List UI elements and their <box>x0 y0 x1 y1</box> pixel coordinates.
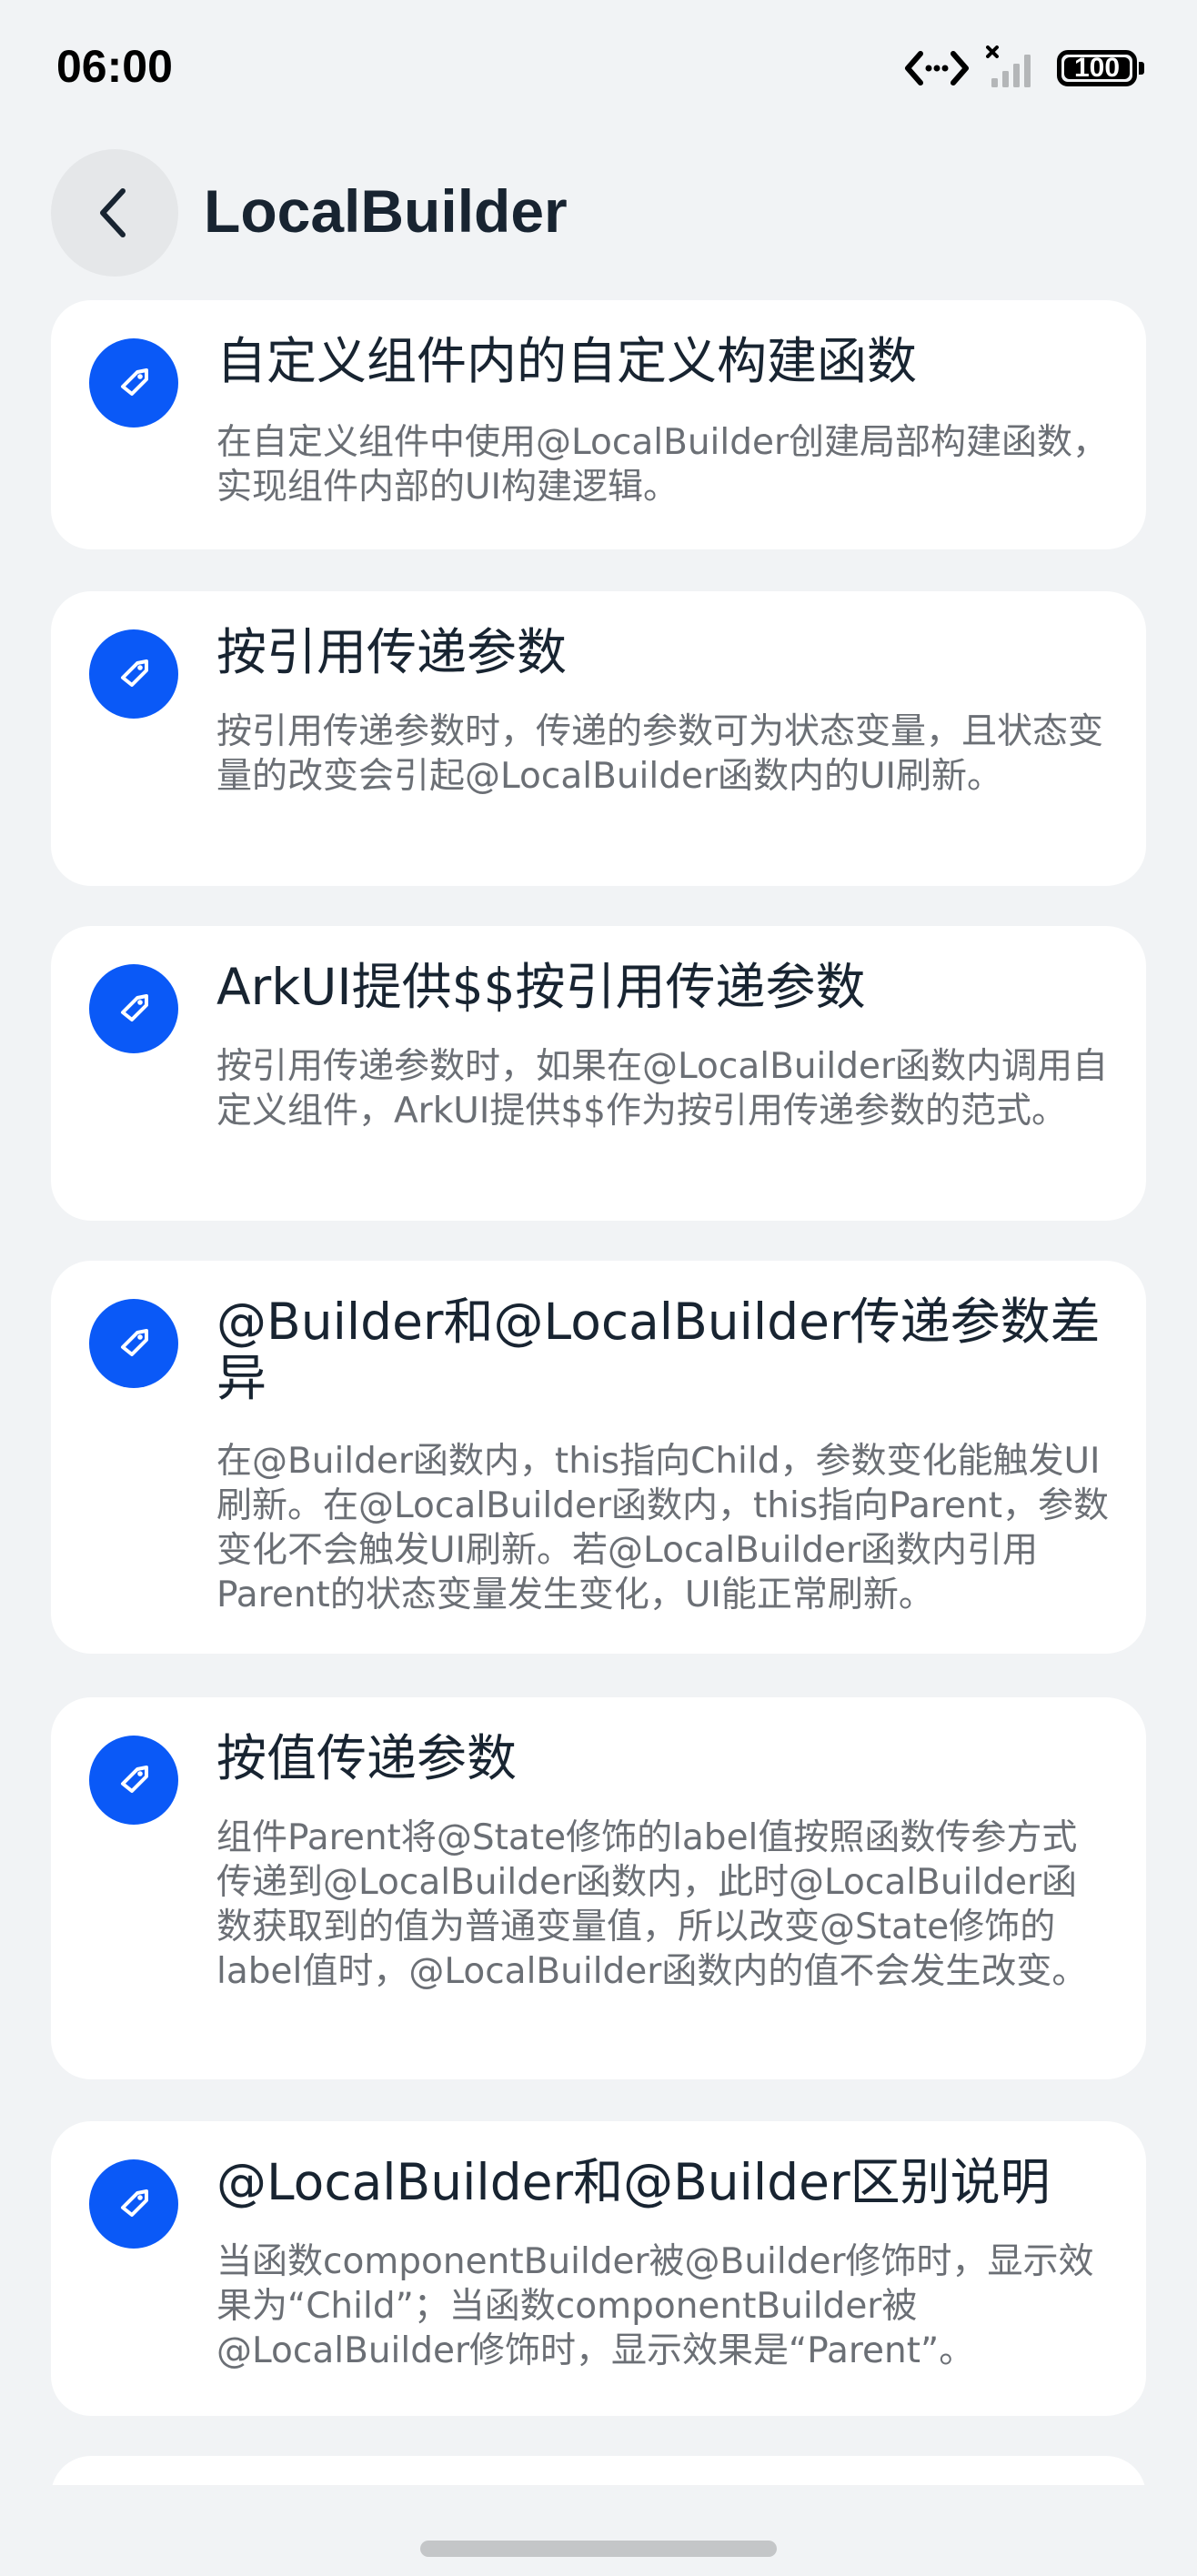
tag-icon <box>89 629 178 719</box>
card-local-builder-in-component[interactable]: 自定义组件内的自定义构建函数 在自定义组件中使用@LocalBuilder创建局… <box>51 300 1146 549</box>
page-title: LocalBuilder <box>204 177 568 245</box>
battery-level: 100 <box>1073 53 1121 83</box>
card-title: ArkUI提供$$按引用传递参数 <box>216 958 866 1016</box>
card-description: 按引用传递参数时，如果在@LocalBuilder函数内调用自定义组件，ArkU… <box>216 1046 1109 1132</box>
card-pass-by-value[interactable]: 按值传递参数 组件Parent将@State修饰的label值按照函数传参方式传… <box>51 1697 1146 2079</box>
status-icons: 100 <box>904 45 1144 91</box>
card-localbuilder-vs-builder[interactable]: @LocalBuilder和@Builder区别说明 当函数componentB… <box>51 2121 1146 2416</box>
header: LocalBuilder <box>0 146 1197 282</box>
status-time: 06:00 <box>56 41 173 92</box>
battery-icon: 100 <box>1057 50 1137 86</box>
card-arkui-dollar-reference[interactable]: ArkUI提供$$按引用传递参数 按引用传递参数时，如果在@LocalBuild… <box>51 926 1146 1221</box>
signal-icon <box>986 45 1031 87</box>
card-description: 按引用传递参数时，传递的参数可为状态变量，且状态变量的改变会引起@LocalBu… <box>216 711 1104 797</box>
card-title: 按值传递参数 <box>216 1729 518 1787</box>
tag-icon <box>89 338 178 428</box>
card-description: 在自定义组件中使用@LocalBuilder创建局部构建函数，实现组件内部的UI… <box>216 422 1109 508</box>
card-description: 组件Parent将@State修饰的label值按照函数传参方式传递到@Loca… <box>216 1817 1088 1992</box>
card-title: @Builder和@LocalBuilder传递参数差异 <box>216 1293 1101 1407</box>
tag-icon <box>89 1299 178 1388</box>
tag-icon <box>89 2159 178 2249</box>
tag-icon <box>89 964 178 1053</box>
card-builder-vs-localbuilder-params[interactable]: @Builder和@LocalBuilder传递参数差异 在@Builder函数… <box>51 1261 1146 1654</box>
card-title: 自定义组件内的自定义构建函数 <box>216 332 918 390</box>
card-list[interactable]: 自定义组件内的自定义构建函数 在自定义组件中使用@LocalBuilder创建局… <box>51 300 1146 2485</box>
card-partial[interactable] <box>51 2456 1146 2485</box>
card-description: 当函数componentBuilder被@Builder修饰时，显示效果为“Ch… <box>216 2241 1094 2371</box>
card-description: 在@Builder函数内，this指向Child，参数变化能触发UI刷新。在@L… <box>216 1441 1110 1615</box>
card-title: @LocalBuilder和@Builder区别说明 <box>216 2153 1051 2211</box>
card-pass-by-reference[interactable]: 按引用传递参数 按引用传递参数时，传递的参数可为状态变量，且状态变量的改变会引起… <box>51 591 1146 886</box>
home-indicator[interactable] <box>420 2541 777 2557</box>
tag-icon <box>89 1736 178 1825</box>
status-bar: 06:00 100 <box>0 0 1197 136</box>
card-title: 按引用传递参数 <box>216 623 568 681</box>
data-transfer-icon <box>905 51 969 86</box>
back-button[interactable] <box>51 149 178 277</box>
chevron-left-icon <box>100 188 126 237</box>
